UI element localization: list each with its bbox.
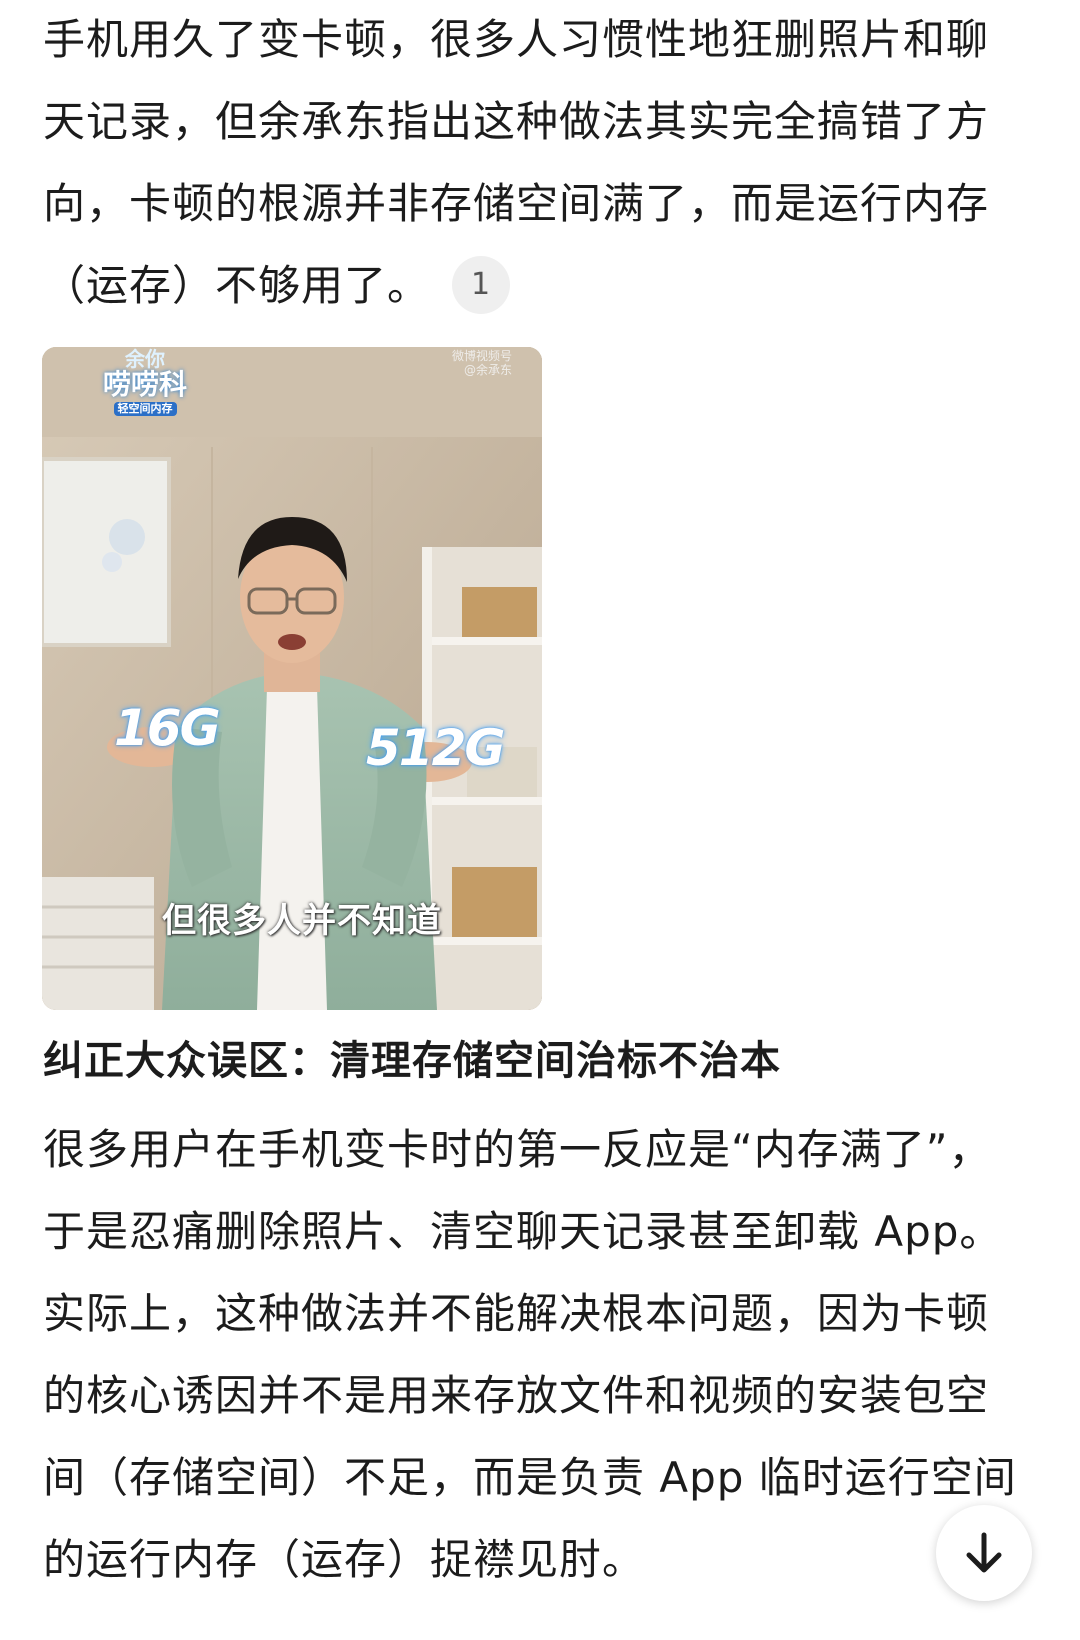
show-logo-title: 唠唠科 xyxy=(102,368,187,401)
section-heading: 纠正大众误区：清理存储空间治标不治本 xyxy=(43,1038,781,1084)
paragraph-line-last: （运存）不够用了。 1 xyxy=(43,245,1043,327)
paragraph-line: 实际上，这种做法并不能解决根本问题，因为卡顿 xyxy=(43,1289,990,1338)
paragraph-line: 的核心诱因并不是用来存放文件和视频的安装包空 xyxy=(43,1371,990,1420)
paragraph-line: 手机用久了变卡顿，很多人习惯性地狂删照片和聊 xyxy=(43,15,990,64)
video-thumbnail[interactable]: 余你 唠唠科 轻空间内存 微博视频号 @余承东 16G 512G 但很多人并不知… xyxy=(42,347,542,1010)
arrow-down-icon xyxy=(966,1532,1002,1573)
show-logo: 余你 唠唠科 轻空间内存 xyxy=(90,349,200,416)
watermark-line: 微博视频号 xyxy=(451,349,512,363)
paragraph-line: 于是忍痛删除照片、清空聊天记录甚至卸载 App。 xyxy=(43,1207,1003,1256)
paragraph-line: 天记录，但余承东指出这种做法其实完全搞错了方 xyxy=(43,97,990,146)
paragraph-line: 的运行内存（运存）捉襟见肘。 xyxy=(43,1535,646,1584)
paragraph-text: （运存）不够用了。 xyxy=(43,261,431,310)
video-subtitle: 但很多人并不知道 xyxy=(162,901,442,941)
article-body: 很多用户在手机变卡时的第一反应是“内存满了”， 于是忍痛删除照片、清空聊天记录甚… xyxy=(43,1109,1053,1601)
memory-tag-16g: 16G xyxy=(114,699,221,757)
paragraph-line: 向，卡顿的根源并非存储空间满了，而是运行内存 xyxy=(43,179,990,228)
citation-badge[interactable]: 1 xyxy=(452,255,511,314)
scroll-down-button[interactable] xyxy=(936,1505,1032,1601)
watermark-handle: @余承东 xyxy=(463,363,512,378)
video-watermark: 微博视频号 @余承东 xyxy=(452,349,512,378)
storage-tag-512g: 512G xyxy=(366,719,505,777)
paragraph-line: 间（存储空间）不足，而是负责 App 临时运行空间 xyxy=(43,1453,1017,1502)
paragraph-line: 很多用户在手机变卡时的第一反应是“内存满了”， xyxy=(43,1125,992,1174)
show-logo-tag: 轻空间内存 xyxy=(113,402,177,416)
article-intro: 手机用久了变卡顿，很多人习惯性地狂删照片和聊 天记录，但余承东指出这种做法其实完… xyxy=(43,0,1043,327)
show-logo-line: 余你 xyxy=(125,347,165,371)
